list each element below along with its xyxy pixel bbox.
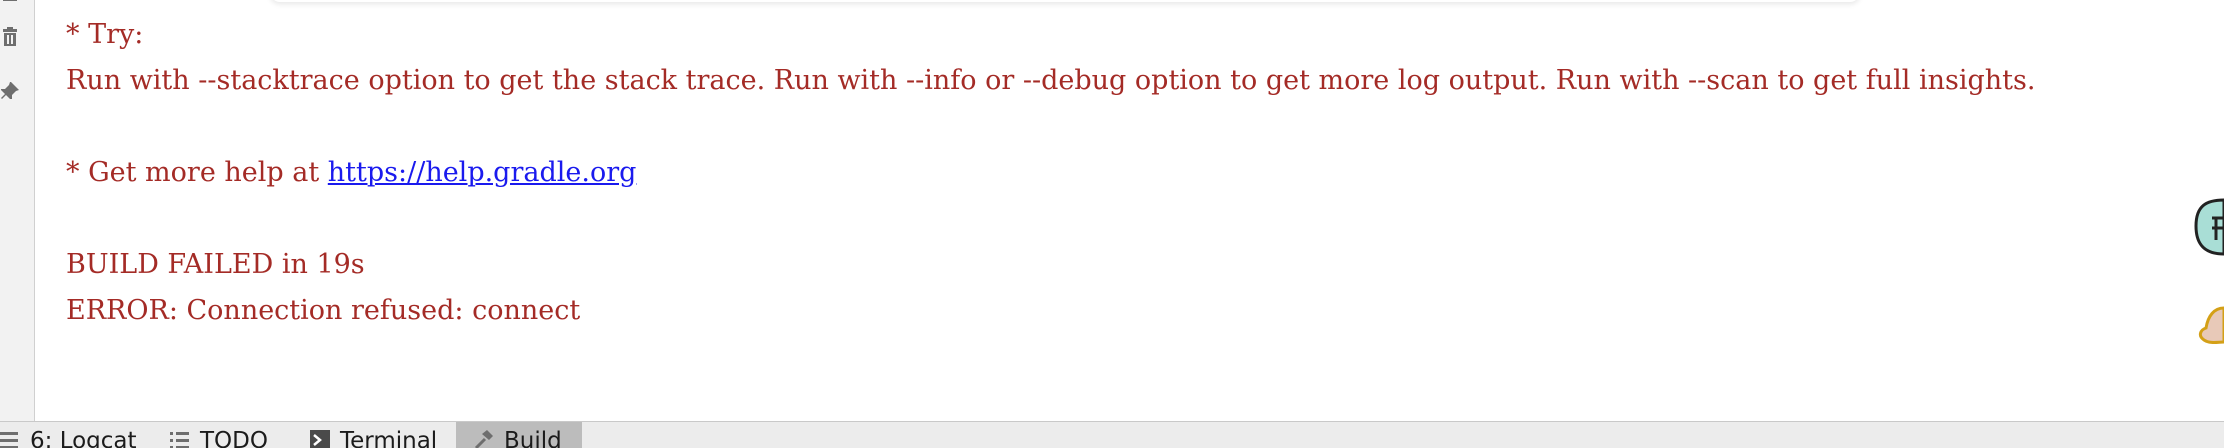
console-line-help: * Get more help at https://help.gradle.o… <box>66 150 636 196</box>
console-line-build-failed: BUILD FAILED in 19s <box>66 249 365 280</box>
console-line-error: ERROR: Connection refused: connect <box>66 295 581 326</box>
gradle-help-link[interactable]: https://help.gradle.org <box>328 157 637 188</box>
tab-logcat[interactable]: 6: Logcat <box>0 422 150 448</box>
tab-todo-label: TODO <box>200 428 268 448</box>
console-line-try: * Try: <box>66 19 144 50</box>
mascot-icon <box>2194 198 2224 344</box>
tab-logcat-label: 6: Logcat <box>30 428 137 448</box>
popup-shadow <box>270 0 1860 2</box>
tab-todo[interactable]: TODO <box>170 422 290 448</box>
pin-icon[interactable] <box>0 76 20 106</box>
trash-icon[interactable] <box>0 22 20 52</box>
hammer-icon <box>474 430 493 448</box>
tool-window-bar: 6: Logcat TODO Terminal Build <box>0 421 2224 448</box>
android-studio-build-window: * Try: Run with --stacktrace option to g… <box>0 0 2224 448</box>
terminal-icon <box>310 430 330 448</box>
console-line-run-options: Run with --stacktrace option to get the … <box>66 65 2036 96</box>
console-gutter <box>0 0 35 421</box>
list-icon <box>0 432 18 448</box>
help-prefix-text: * Get more help at <box>66 157 328 188</box>
tab-terminal-label: Terminal <box>340 428 438 448</box>
tab-build[interactable]: Build <box>456 422 582 448</box>
build-console-output: * Try: Run with --stacktrace option to g… <box>66 12 2224 326</box>
tab-build-label: Build <box>504 428 562 448</box>
checklist-icon <box>170 432 189 448</box>
tab-terminal[interactable]: Terminal <box>310 422 450 448</box>
collapse-icon[interactable] <box>0 0 20 10</box>
